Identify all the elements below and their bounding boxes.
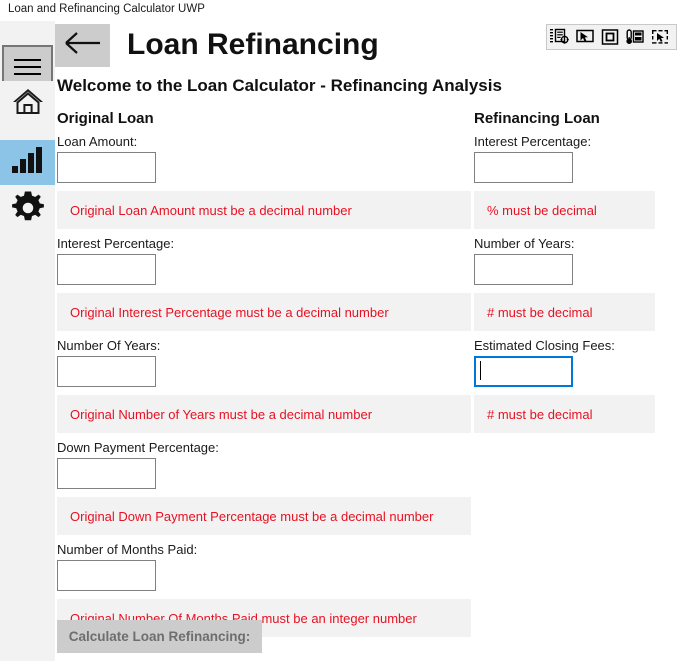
label-refi-interest-percentage: Interest Percentage:: [474, 134, 592, 149]
error-refi-interest-percentage: % must be decimal: [474, 191, 655, 229]
field-estimated-closing-fees-wrap: [474, 356, 655, 389]
loan-amount-input[interactable]: [57, 152, 156, 183]
measure-element-icon[interactable]: [622, 25, 647, 49]
label-interest-percentage: Interest Percentage:: [57, 236, 175, 251]
refinancing-loan-heading: Refinancing Loan: [474, 110, 600, 127]
error-estimated-closing-fees: # must be decimal: [474, 395, 655, 433]
sidebar-item-home[interactable]: [0, 81, 55, 126]
error-loan-amount-text: Original Loan Amount must be a decimal n…: [70, 202, 352, 218]
interest-percentage-input[interactable]: [57, 254, 156, 285]
page-title: Loan Refinancing: [127, 28, 379, 61]
back-button[interactable]: [55, 24, 110, 67]
welcome-heading: Welcome to the Loan Calculator - Refinan…: [57, 76, 502, 95]
down-payment-percentage-input[interactable]: [57, 458, 156, 489]
refinancing-loan-section: Refinancing Loan Interest Percentage: % …: [474, 110, 655, 439]
home-icon: [11, 86, 45, 121]
label-estimated-closing-fees: Estimated Closing Fees:: [474, 338, 615, 353]
field-number-of-months-paid-wrap: [57, 560, 471, 593]
refi-number-of-years-input[interactable]: [474, 254, 573, 285]
window-title: Loan and Refinancing Calculator UWP: [8, 3, 205, 15]
label-loan-amount: Loan Amount:: [57, 134, 138, 149]
error-refi-number-of-years-text: # must be decimal: [487, 304, 593, 320]
sidebar-item-chart[interactable]: [0, 140, 55, 185]
estimated-closing-fees-input[interactable]: [474, 356, 573, 387]
field-loan-amount-wrap: [57, 152, 471, 185]
sidebar-item-settings[interactable]: [0, 188, 55, 233]
calculate-loan-refinancing-button[interactable]: Calculate Loan Refinancing:: [57, 620, 262, 653]
label-number-of-years: Number Of Years:: [57, 338, 161, 353]
hamburger-bars: [14, 54, 41, 80]
highlight-rectangle-icon[interactable]: [597, 25, 622, 49]
label-refi-number-of-years: Number of Years:: [474, 236, 575, 251]
number-of-months-paid-input[interactable]: [57, 560, 156, 591]
field-refi-number-of-years-wrap: [474, 254, 655, 287]
error-down-payment-percentage: Original Down Payment Percentage must be…: [57, 497, 471, 535]
capture-region-icon[interactable]: [647, 25, 672, 49]
navigation-rail: [0, 21, 55, 661]
error-loan-amount: Original Loan Amount must be a decimal n…: [57, 191, 471, 229]
gear-icon: [11, 191, 45, 230]
error-refi-number-of-years: # must be decimal: [474, 293, 655, 331]
label-number-of-months-paid: Number of Months Paid:: [57, 542, 198, 557]
inspect-properties-icon[interactable]: [547, 25, 572, 49]
window-title-bar: Loan and Refinancing Calculator UWP: [0, 0, 679, 21]
select-element-icon[interactable]: [572, 25, 597, 49]
text-caret: [480, 361, 481, 380]
back-arrow-icon: [64, 31, 102, 60]
error-number-of-years: Original Number of Years must be a decim…: [57, 395, 471, 433]
bar-chart-icon: [11, 146, 45, 179]
field-refi-interest-percentage-wrap: [474, 152, 655, 185]
field-interest-percentage-wrap: [57, 254, 471, 287]
field-down-payment-percentage-wrap: [57, 458, 471, 491]
original-loan-section: Original Loan Loan Amount: Original Loan…: [57, 110, 471, 643]
field-number-of-years-wrap: [57, 356, 471, 389]
number-of-years-input[interactable]: [57, 356, 156, 387]
label-down-payment-percentage: Down Payment Percentage:: [57, 440, 219, 455]
error-number-of-years-text: Original Number of Years must be a decim…: [70, 406, 373, 422]
original-loan-heading: Original Loan: [57, 110, 154, 127]
refi-interest-percentage-input[interactable]: [474, 152, 573, 183]
error-refi-interest-percentage-text: % must be decimal: [487, 202, 597, 218]
error-down-payment-percentage-text: Original Down Payment Percentage must be…: [70, 508, 434, 524]
error-interest-percentage-text: Original Interest Percentage must be a d…: [70, 304, 389, 320]
error-interest-percentage: Original Interest Percentage must be a d…: [57, 293, 471, 331]
error-estimated-closing-fees-text: # must be decimal: [487, 406, 593, 422]
inspector-toolbar: [546, 24, 677, 50]
